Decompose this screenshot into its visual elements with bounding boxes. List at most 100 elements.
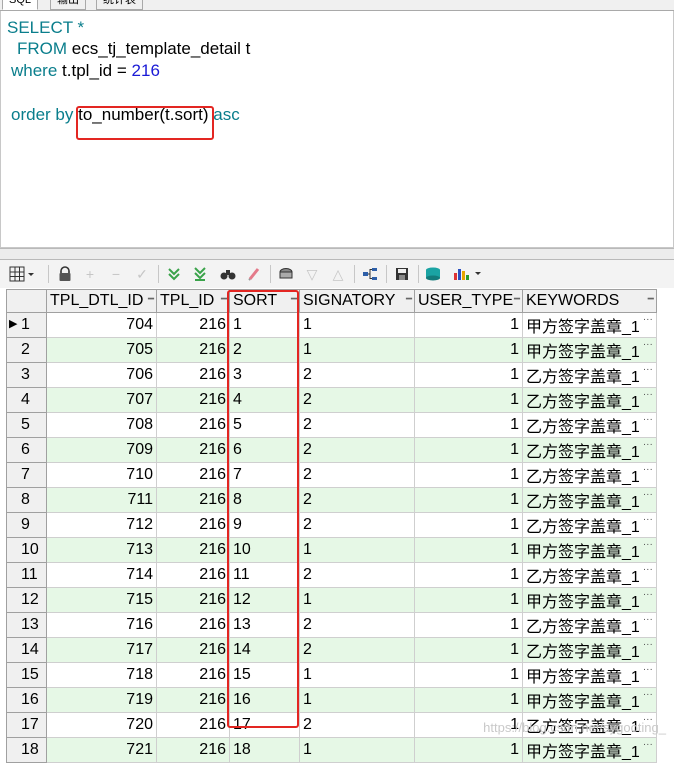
table-cell-kw[interactable]: 乙方签字盖章_1 ··· [522,462,657,488]
table-cell-ut[interactable]: 1 [414,587,523,613]
table-cell-sort[interactable]: 15 [229,662,300,688]
table-cell-id[interactable]: 714 [46,562,157,588]
row-number[interactable]: 5 [6,412,47,438]
table-row[interactable]: 7 710 216 7 2 1 乙方签字盖章_1 ··· [6,462,657,488]
cell-editor-button[interactable]: ··· [643,364,653,375]
table-cell-tpl[interactable]: 216 [156,312,230,338]
table-cell-kw[interactable]: 乙方签字盖章_1 ··· [522,362,657,388]
query-by-example-icon[interactable] [276,264,296,284]
column-menu-icon[interactable]: ━ [221,294,227,305]
table-cell-sig[interactable]: 2 [299,612,415,638]
table-row[interactable]: 5 708 216 5 2 1 乙方签字盖章_1 ··· [6,412,657,438]
cell-editor-button[interactable]: ··· [643,739,653,750]
table-row[interactable]: 9 712 216 9 2 1 乙方签字盖章_1 ··· [6,512,657,538]
table-cell-ut[interactable]: 1 [414,412,523,438]
table-row[interactable]: 3 706 216 3 2 1 乙方签字盖章_1 ··· [6,362,657,388]
table-cell-id[interactable]: 721 [46,737,157,763]
table-cell-sort[interactable]: 17 [229,712,300,738]
row-number[interactable]: 4 [6,387,47,413]
table-cell-id[interactable]: 704 [46,312,157,338]
table-cell-id[interactable]: 717 [46,637,157,663]
table-cell-tpl[interactable]: 216 [156,637,230,663]
sort-desc-icon[interactable]: ▽ [302,264,322,284]
table-cell-ut[interactable]: 1 [414,437,523,463]
table-cell-sig[interactable]: 1 [299,537,415,563]
cell-editor-button[interactable]: ··· [643,539,653,550]
table-cell-tpl[interactable]: 216 [156,387,230,413]
table-cell-kw[interactable]: 甲方签字盖章_1 ··· [522,587,657,613]
table-cell-kw[interactable]: 乙方签字盖章_1 ··· [522,387,657,413]
table-cell-kw[interactable]: 乙方签字盖章_1 ··· [522,512,657,538]
table-cell-kw[interactable]: 甲方签字盖章_1 ··· [522,737,657,763]
column-menu-icon[interactable]: ━ [291,294,297,305]
table-row[interactable]: 10 713 216 10 1 1 甲方签字盖章_1 ··· [6,537,657,563]
add-record-icon[interactable]: + [80,264,100,284]
table-cell-kw[interactable]: 乙方签字盖章_1 ··· [522,437,657,463]
table-row[interactable]: 4 707 216 4 2 1 乙方签字盖章_1 ··· [6,387,657,413]
row-number[interactable]: 8 [6,487,47,513]
column-header[interactable]: KEYWORDS ━ [522,289,657,313]
table-cell-sig[interactable]: 2 [299,462,415,488]
cell-editor-button[interactable]: ··· [643,589,653,600]
cell-editor-button[interactable]: ··· [643,489,653,500]
table-cell-sig[interactable]: 2 [299,487,415,513]
tab-output[interactable]: 输出 [50,0,86,10]
table-cell-sig[interactable]: 2 [299,437,415,463]
table-cell-tpl[interactable]: 216 [156,362,230,388]
table-cell-ut[interactable]: 1 [414,487,523,513]
table-cell-tpl[interactable]: 216 [156,512,230,538]
table-row[interactable]: 12 715 216 12 1 1 甲方签字盖章_1 ··· [6,587,657,613]
grid-menu-icon[interactable] [8,264,38,284]
table-cell-kw[interactable]: 乙方签字盖章_1 ··· [522,637,657,663]
table-cell-kw[interactable]: 乙方签字盖章_1 ··· [522,487,657,513]
table-cell-ut[interactable]: 1 [414,687,523,713]
column-header[interactable]: SORT ━ [229,289,300,313]
table-cell-sort[interactable]: 3 [229,362,300,388]
table-row[interactable]: 11 714 216 11 2 1 乙方签字盖章_1 ··· [6,562,657,588]
cell-editor-button[interactable]: ··· [643,314,653,325]
table-row[interactable]: 16 719 216 16 1 1 甲方签字盖章_1 ··· [6,687,657,713]
row-number[interactable]: 9 [6,512,47,538]
table-cell-sort[interactable]: 16 [229,687,300,713]
table-cell-tpl[interactable]: 216 [156,487,230,513]
row-number[interactable]: 12 [6,587,47,613]
table-cell-sig[interactable]: 2 [299,562,415,588]
table-cell-sig[interactable]: 1 [299,737,415,763]
table-cell-tpl[interactable]: 216 [156,587,230,613]
clear-icon[interactable] [244,264,264,284]
column-header[interactable]: TPL_DTL_ID ━ [46,289,157,313]
table-cell-sort[interactable]: 13 [229,612,300,638]
tab-statistics[interactable]: 统计表 [96,0,143,10]
table-cell-ut[interactable]: 1 [414,612,523,638]
table-row[interactable]: 18 721 216 18 1 1 甲方签字盖章_1 ··· [6,737,657,763]
table-cell-ut[interactable]: 1 [414,462,523,488]
table-cell-sort[interactable]: 18 [229,737,300,763]
table-cell-tpl[interactable]: 216 [156,737,230,763]
row-number[interactable]: ▶ 1 [6,312,47,338]
table-cell-ut[interactable]: 1 [414,387,523,413]
column-menu-icon[interactable]: ━ [148,294,154,305]
column-menu-icon[interactable]: ━ [648,294,654,305]
sql-editor[interactable]: SELECT * FROM ecs_tj_template_detail t w… [0,11,674,248]
table-cell-tpl[interactable]: 216 [156,462,230,488]
table-cell-id[interactable]: 707 [46,387,157,413]
table-cell-sort[interactable]: 2 [229,337,300,363]
last-page-icon[interactable] [190,264,210,284]
table-cell-tpl[interactable]: 216 [156,412,230,438]
cell-editor-button[interactable]: ··· [643,639,653,650]
table-cell-sort[interactable]: 8 [229,487,300,513]
table-cell-id[interactable]: 719 [46,687,157,713]
cell-editor-button[interactable]: ··· [643,614,653,625]
tab-sql[interactable]: SQL [2,0,39,10]
cell-editor-button[interactable]: ··· [643,414,653,425]
table-cell-sort[interactable]: 7 [229,462,300,488]
post-changes-icon[interactable]: ✓ [132,264,152,284]
table-cell-tpl[interactable]: 216 [156,337,230,363]
table-cell-sort[interactable]: 9 [229,512,300,538]
next-page-icon[interactable] [164,264,184,284]
row-number[interactable]: 15 [6,662,47,688]
table-row[interactable]: 2 705 216 2 1 1 甲方签字盖章_1 ··· [6,337,657,363]
table-cell-sort[interactable]: 5 [229,412,300,438]
table-cell-sig[interactable]: 1 [299,587,415,613]
table-cell-ut[interactable]: 1 [414,312,523,338]
